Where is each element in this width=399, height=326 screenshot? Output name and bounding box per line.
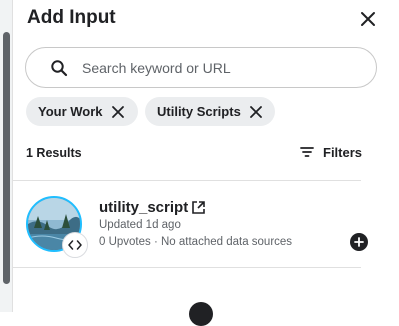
chip-label: Your Work: [38, 104, 103, 119]
close-icon: [361, 12, 375, 26]
filter-chip-your-work[interactable]: Your Work: [26, 97, 138, 126]
divider: [13, 267, 361, 268]
search-icon: [50, 59, 68, 77]
search-input[interactable]: [80, 58, 364, 77]
dialog-title: Add Input: [27, 7, 116, 28]
add-input-panel: Add Input Your Work Utility Scripts 1 Re…: [12, 0, 399, 326]
code-icon: [62, 232, 88, 258]
filter-icon: [299, 144, 315, 160]
close-button[interactable]: [355, 6, 381, 32]
add-icon: [354, 237, 364, 247]
add-button[interactable]: [350, 233, 368, 251]
result-updated: Updated 1d ago: [99, 219, 181, 231]
result-meta: 0 Upvotes · No attached data sources: [99, 236, 293, 248]
chip-remove-icon[interactable]: [111, 105, 125, 119]
list-item[interactable]: utility_script Updated 1d ago 0 Upvotes …: [13, 181, 368, 267]
search-box[interactable]: [25, 47, 377, 88]
scrollbar-thumb[interactable]: [3, 32, 10, 284]
result-title-link[interactable]: utility_script: [99, 199, 188, 216]
filters-label: Filters: [323, 144, 363, 160]
chip-label: Utility Scripts: [157, 104, 241, 119]
filter-chip-utility-scripts[interactable]: Utility Scripts: [145, 97, 275, 126]
external-link-icon[interactable]: [191, 200, 206, 215]
results-count: 1 Results: [26, 146, 82, 160]
pagination-button[interactable]: [189, 302, 213, 326]
chip-remove-icon[interactable]: [249, 105, 263, 119]
filters-button[interactable]: Filters: [299, 144, 362, 160]
